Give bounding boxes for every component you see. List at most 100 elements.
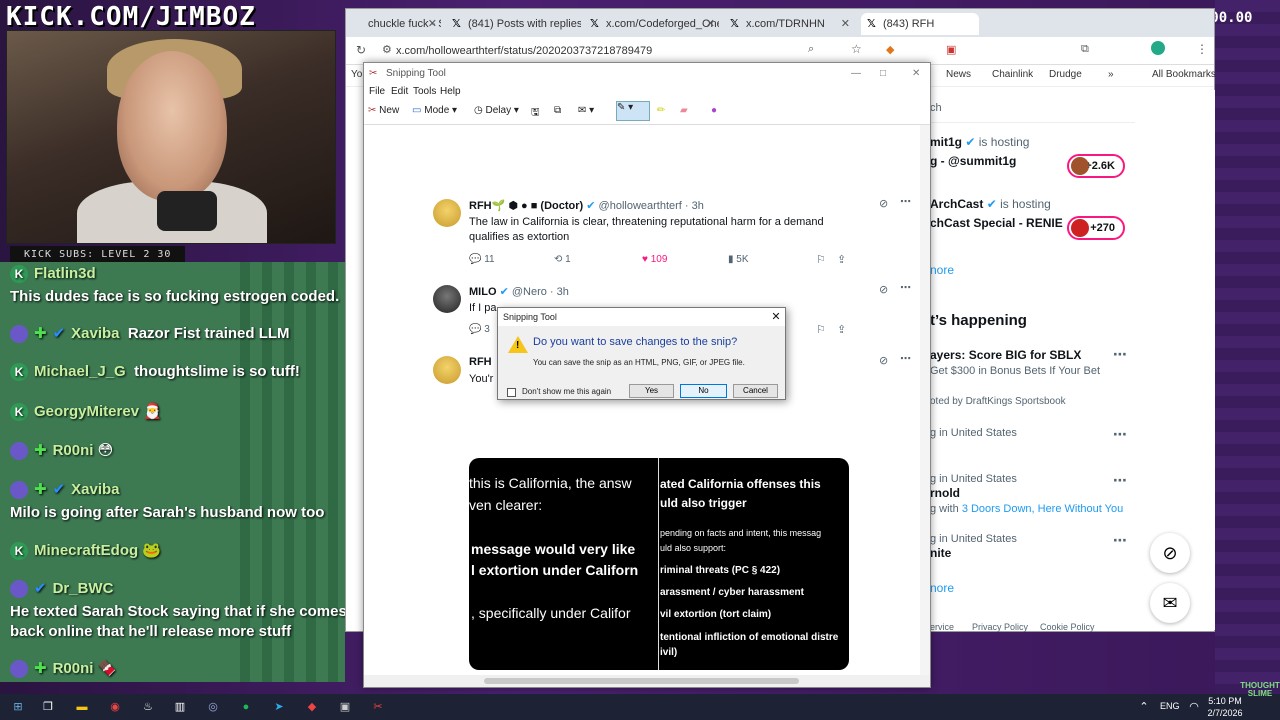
steam-icon[interactable]: ♨ bbox=[140, 699, 156, 715]
eraser-icon[interactable]: ▰ bbox=[680, 105, 688, 116]
chevron-right-icon[interactable]: » bbox=[1108, 69, 1114, 80]
host1-title[interactable]: g - @summit1g bbox=[930, 154, 1016, 168]
paint3d-icon[interactable]: ● bbox=[711, 105, 717, 116]
language-indicator[interactable]: ENG bbox=[1160, 701, 1180, 711]
trend3-links[interactable]: 3 Doors Down, Here Without You bbox=[962, 503, 1123, 515]
chevron-up-icon[interactable]: ⌃ bbox=[1136, 699, 1152, 715]
footer-terms[interactable]: ervice bbox=[930, 622, 954, 632]
tweet-attached-image[interactable]: this is California, the answ ven clearer… bbox=[469, 458, 849, 670]
like-button[interactable]: ♥ 109 bbox=[642, 254, 667, 265]
more-options-icon[interactable]: ⋯ bbox=[1113, 532, 1127, 549]
maximize-icon[interactable]: □ bbox=[880, 63, 886, 85]
dont-show-checkbox[interactable] bbox=[507, 388, 516, 397]
new-snip-button[interactable]: ✂ New bbox=[368, 105, 399, 116]
reload-icon[interactable]: ↻ bbox=[356, 43, 366, 57]
no-button[interactable]: No bbox=[680, 384, 727, 398]
horizontal-scrollbar[interactable] bbox=[364, 675, 930, 687]
more-options-icon[interactable]: ⋯ bbox=[1113, 426, 1127, 443]
show-more-link[interactable]: nore bbox=[930, 581, 954, 595]
obs-icon[interactable]: ◎ bbox=[205, 699, 221, 715]
share-icon[interactable]: ⇪ bbox=[837, 253, 846, 266]
file-explorer-icon[interactable]: ▬ bbox=[74, 699, 90, 715]
reply-button[interactable]: 💬 3 bbox=[469, 324, 490, 335]
bookmark-icon[interactable]: ⚐ bbox=[816, 253, 826, 266]
host1-count-badge[interactable]: +2.6K bbox=[1067, 154, 1125, 178]
bookmark-news[interactable]: News bbox=[946, 69, 971, 80]
footer-privacy[interactable]: Privacy Policy bbox=[972, 622, 1028, 632]
tab-rfh-active[interactable]: 𝕏 (843) RFH bbox=[861, 13, 979, 35]
tab-posts-replies[interactable]: 𝕏 (841) Posts with replies b bbox=[446, 13, 581, 35]
more-options-icon[interactable]: ⋯ bbox=[900, 352, 911, 365]
start-icon[interactable]: ⊞ bbox=[10, 699, 26, 715]
pen-icon[interactable]: ✎ ▾ bbox=[616, 101, 650, 121]
spotify-icon[interactable]: ● bbox=[238, 699, 254, 715]
trend4-title[interactable]: nite bbox=[930, 546, 951, 560]
tab-tdrnhn[interactable]: 𝕏 ✕ x.com/TDRNHN bbox=[724, 13, 854, 35]
menu-icon[interactable]: ⋮ bbox=[1196, 42, 1208, 56]
app-icon[interactable]: ▥ bbox=[172, 699, 188, 715]
avatar[interactable] bbox=[433, 356, 461, 384]
tweet-author[interactable]: RFH🌱 ⬢ ● ■ (Doctor) ✔ @hollowearthterf ·… bbox=[469, 199, 704, 212]
repost-button[interactable]: ⟲ 1 bbox=[554, 254, 571, 265]
delay-button[interactable]: ◷ Delay ▾ bbox=[474, 105, 519, 116]
task-view-icon[interactable]: ❐ bbox=[40, 699, 56, 715]
extensions-icon[interactable]: ⧉ bbox=[1081, 43, 1089, 56]
more-options-icon[interactable]: ⋯ bbox=[900, 195, 911, 208]
close-icon[interactable]: ✕ bbox=[841, 13, 850, 35]
yes-button[interactable]: Yes bbox=[629, 384, 674, 398]
host2-count-badge[interactable]: +270 bbox=[1067, 216, 1125, 240]
menu-tools[interactable]: Tools bbox=[413, 86, 436, 97]
bookmark-all[interactable]: All Bookmarks bbox=[1152, 69, 1216, 80]
tab-search[interactable]: ✕chuckle fuck - Searc bbox=[346, 13, 441, 35]
tab-codeforged[interactable]: 𝕏 ✕ x.com/Codeforged_One bbox=[584, 13, 719, 35]
views-button[interactable]: ▮ 5K bbox=[728, 254, 749, 265]
messages-icon[interactable]: ✉ bbox=[1150, 583, 1190, 623]
copy-icon[interactable]: ⧉ bbox=[554, 105, 561, 116]
bookmark-star-icon[interactable]: ☆ bbox=[851, 42, 862, 56]
metamask-extension-icon[interactable]: ◆ bbox=[886, 43, 894, 56]
url-field[interactable]: x.com/hollowearthterf/status/20202037372… bbox=[396, 42, 816, 60]
scroll-thumb[interactable] bbox=[484, 678, 799, 684]
reply-button[interactable]: 💬 11 bbox=[469, 254, 495, 265]
extension-icon[interactable]: ▣ bbox=[946, 43, 956, 56]
telegram-icon[interactable]: ➤ bbox=[271, 699, 287, 715]
bookmark-icon[interactable]: ⚐ bbox=[816, 323, 826, 336]
send-icon[interactable]: ✉ ▾ bbox=[578, 105, 594, 116]
host2-title[interactable]: chCast Special - RENIE bbox=[930, 216, 1063, 230]
trend3-title[interactable]: rnold bbox=[930, 486, 960, 500]
more-options-icon[interactable]: ⋯ bbox=[900, 281, 911, 294]
close-icon[interactable]: ✕ bbox=[768, 309, 784, 325]
profile-avatar[interactable] bbox=[1151, 41, 1165, 55]
close-icon[interactable]: ✕ bbox=[706, 13, 715, 35]
bookmark-chainlink[interactable]: Chainlink bbox=[992, 69, 1033, 80]
close-icon[interactable]: ✕ bbox=[428, 13, 437, 35]
cancel-button[interactable]: Cancel bbox=[733, 384, 778, 398]
minimize-icon[interactable]: — bbox=[851, 63, 861, 85]
mode-button[interactable]: ▭ Mode ▾ bbox=[412, 105, 457, 116]
save-icon[interactable]: 🖫 bbox=[531, 105, 540, 122]
menu-edit[interactable]: Edit bbox=[391, 86, 408, 97]
highlighter-icon[interactable]: ✏ bbox=[657, 105, 665, 116]
trend1-title[interactable]: ayers: Score BIG for SBLX bbox=[930, 348, 1081, 362]
vertical-scrollbar[interactable] bbox=[920, 125, 930, 675]
footer-cookie[interactable]: Cookie Policy bbox=[1040, 622, 1095, 632]
chrome-icon[interactable]: ◉ bbox=[107, 699, 123, 715]
grok-icon[interactable]: ⊘ bbox=[879, 354, 888, 367]
more-options-icon[interactable]: ⋯ bbox=[1113, 472, 1127, 489]
menu-file[interactable]: File bbox=[369, 86, 385, 97]
bookmark-drudge[interactable]: Drudge bbox=[1049, 69, 1082, 80]
avatar[interactable] bbox=[433, 199, 461, 227]
close-icon[interactable]: ✕ bbox=[912, 63, 920, 85]
tweet-author[interactable]: MILO ✔ @Nero · 3h bbox=[469, 285, 569, 298]
show-more-link[interactable]: nore bbox=[930, 263, 954, 277]
snipping-tool-icon[interactable]: ✂ bbox=[370, 699, 386, 715]
app-icon[interactable]: ▣ bbox=[337, 699, 353, 715]
grok-icon[interactable]: ⊘ bbox=[879, 197, 888, 210]
grok-icon[interactable]: ⊘ bbox=[879, 283, 888, 296]
system-clock[interactable]: 5:10 PM 2/7/2026 bbox=[1200, 695, 1250, 719]
grok-icon[interactable]: ⊘ bbox=[1150, 533, 1190, 573]
app-icon[interactable]: ◆ bbox=[304, 699, 320, 715]
menu-help[interactable]: Help bbox=[440, 86, 461, 97]
tweet-author[interactable]: RFH bbox=[469, 356, 492, 368]
more-options-icon[interactable]: ⋯ bbox=[1113, 346, 1127, 363]
